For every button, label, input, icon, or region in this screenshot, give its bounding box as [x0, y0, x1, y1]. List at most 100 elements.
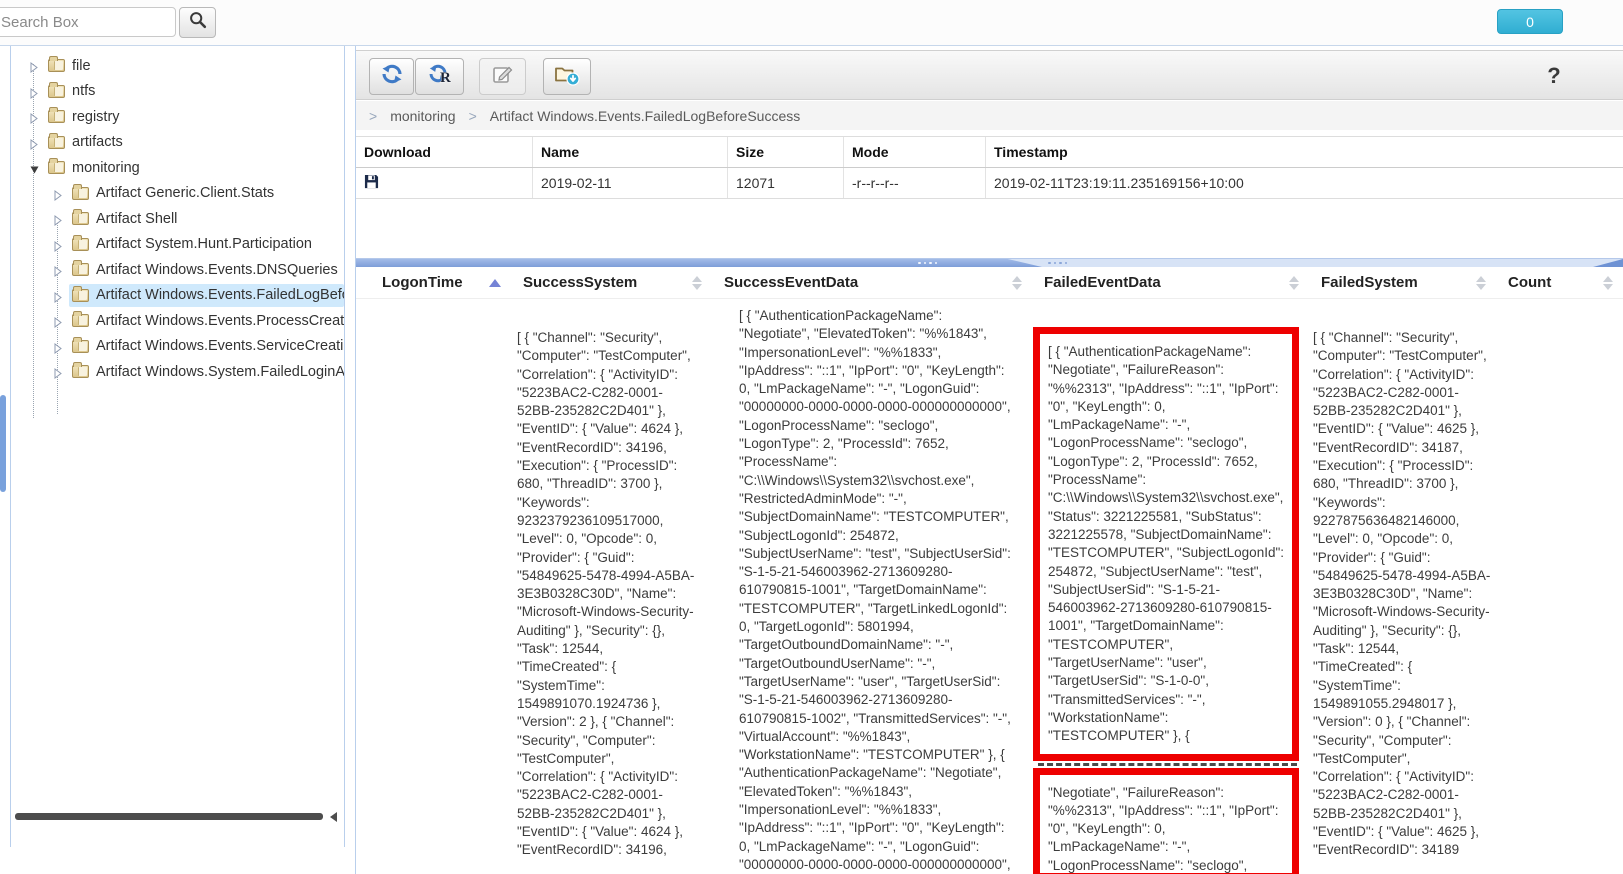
edit-pencil-icon	[491, 62, 515, 91]
vfs-tree-panel: file ntfs registry artifacts monitoring …	[10, 46, 345, 847]
folder-icon	[48, 59, 65, 72]
panel-splitter-grip[interactable]	[0, 395, 6, 492]
column-header-failedsystem[interactable]: FailedSystem	[1309, 267, 1496, 298]
column-header-failedeventdata[interactable]: FailedEventData	[1032, 267, 1309, 298]
expander-collapsed-icon[interactable]	[53, 188, 63, 199]
expander-expanded-icon[interactable]	[29, 162, 39, 173]
splitter-thumb[interactable]	[356, 259, 1042, 267]
tree-item-artifact-shell[interactable]: Artifact Shell	[11, 206, 344, 232]
expander-collapsed-icon[interactable]	[29, 137, 39, 148]
export-download-button[interactable]	[543, 58, 591, 95]
scrollbar-thumb[interactable]	[15, 813, 323, 820]
tree-horizontal-scrollbar[interactable]	[15, 812, 337, 821]
tree-item-artifact-windows-system-failedloginattempt[interactable]: Artifact Windows.System.FailedLoginAtter	[11, 359, 344, 385]
folder-icon	[72, 238, 89, 251]
failed-event-data-json-2: "Negotiate", "FailureReason": "%%2313", …	[1048, 784, 1287, 874]
search-button[interactable]	[179, 7, 216, 38]
expander-collapsed-icon[interactable]	[53, 239, 63, 250]
download-floppy-icon[interactable]	[364, 174, 379, 192]
column-header-download[interactable]: Download	[356, 137, 533, 167]
toolbar: R ?	[356, 50, 1623, 100]
results-grid-header: LogonTime SuccessSystem SuccessEventData…	[356, 267, 1623, 299]
tree-item-artifact-generic-client-stats[interactable]: Artifact Generic.Client.Stats	[11, 181, 344, 207]
tree-item-label: Artifact Windows.Events.ProcessCreation	[89, 313, 345, 329]
tree-item-monitoring[interactable]: monitoring	[11, 155, 344, 181]
expander-collapsed-icon[interactable]	[53, 366, 63, 377]
help-question-label: ?	[1547, 63, 1560, 88]
tree-item-artifacts[interactable]: artifacts	[11, 130, 344, 156]
tree-item-artifact-windows-events-processcreation[interactable]: Artifact Windows.Events.ProcessCreation	[11, 308, 344, 334]
sort-toggle-icon[interactable]	[1012, 276, 1022, 290]
tree-item-artifact-windows-events-dnsqueries[interactable]: Artifact Windows.Events.DNSQueries	[11, 257, 344, 283]
sort-toggle-icon[interactable]	[1603, 276, 1613, 290]
expander-collapsed-icon[interactable]	[53, 290, 63, 301]
sort-toggle-icon[interactable]	[1476, 276, 1486, 290]
results-grid-row[interactable]: [ { "Channel": "Security", "Computer": "…	[356, 299, 1623, 874]
annotation-dashed-line	[1038, 763, 1297, 766]
recalculate-button[interactable]: R	[415, 58, 464, 95]
column-header-logontime[interactable]: LogonTime	[356, 267, 511, 298]
tree-item-ntfs[interactable]: ntfs	[11, 79, 344, 105]
folder-icon	[72, 187, 89, 200]
tree-item-label: Artifact Generic.Client.Stats	[89, 185, 274, 201]
column-header-size[interactable]: Size	[728, 137, 844, 167]
horizontal-pane-splitter[interactable]	[356, 258, 1623, 267]
help-button[interactable]: ?	[1541, 63, 1567, 93]
column-header-successeventdata[interactable]: SuccessEventData	[712, 267, 1032, 298]
tree-item-artifact-windows-events-failedlogbeforesuccess[interactable]: Artifact Windows.Events.FailedLogBefore	[11, 283, 344, 309]
column-label: FailedEventData	[1044, 274, 1161, 291]
edit-button[interactable]	[479, 58, 526, 95]
sort-toggle-icon[interactable]	[692, 276, 702, 290]
expander-collapsed-icon[interactable]	[53, 213, 63, 224]
column-header-mode[interactable]: Mode	[844, 137, 986, 167]
expander-collapsed-icon[interactable]	[29, 111, 39, 122]
folder-icon	[72, 314, 89, 327]
column-label: Count	[1508, 274, 1551, 291]
success-system-json: [ { "Channel": "Security", "Computer": "…	[517, 329, 695, 860]
search-input[interactable]	[0, 7, 176, 37]
tree-item-artifact-windows-events-servicecreation[interactable]: Artifact Windows.Events.ServiceCreation	[11, 334, 344, 360]
tree-item-label: Artifact System.Hunt.Participation	[89, 236, 312, 252]
column-header-timestamp[interactable]: Timestamp	[986, 137, 1623, 167]
column-label: FailedSystem	[1321, 274, 1418, 291]
notification-count-button[interactable]: 0	[1497, 9, 1563, 34]
expander-collapsed-icon[interactable]	[53, 264, 63, 275]
tree-item-label: Artifact Windows.Events.ServiceCreation	[89, 338, 345, 354]
file-timestamp-cell: 2019-02-11T23:19:11.235169156+10:00	[986, 168, 1623, 198]
breadcrumb-separator: >	[369, 108, 377, 124]
failed-system-json: [ { "Channel": "Security", "Computer": "…	[1313, 329, 1491, 860]
success-event-data-json: [ { "AuthenticationPackageName": "Negoti…	[739, 307, 1017, 874]
cell-failedsystem: [ { "Channel": "Security", "Computer": "…	[1309, 299, 1496, 874]
scrollbar-arrow-icon[interactable]	[330, 812, 337, 822]
column-header-name[interactable]: Name	[533, 137, 728, 167]
expander-collapsed-icon[interactable]	[53, 315, 63, 326]
tree-item-registry[interactable]: registry	[11, 104, 344, 130]
breadcrumb-separator: >	[469, 108, 477, 124]
annotation-red-box-1: [ { "AuthenticationPackageName": "Negoti…	[1033, 327, 1299, 761]
refresh-button[interactable]	[369, 58, 414, 95]
notification-count: 0	[1526, 14, 1534, 30]
svg-text:R: R	[440, 70, 451, 86]
column-header-successsystem[interactable]: SuccessSystem	[511, 267, 712, 298]
tree-item-label: Artifact Windows.System.FailedLoginAtter	[89, 364, 345, 380]
tree-item-file[interactable]: file	[11, 53, 344, 79]
folder-icon	[72, 340, 89, 353]
sort-toggle-icon[interactable]	[1289, 276, 1299, 290]
expander-collapsed-icon[interactable]	[29, 60, 39, 71]
file-table-row[interactable]: 2019-02-11 12071 -r--r--r-- 2019-02-11T2…	[356, 168, 1623, 199]
sort-ascending-icon[interactable]	[489, 279, 501, 287]
tree-item-label: monitoring	[65, 160, 140, 176]
expander-collapsed-icon[interactable]	[53, 341, 63, 352]
cell-count	[1496, 299, 1623, 874]
folder-icon	[72, 212, 89, 225]
file-table: Download Name Size Mode Timestamp 2019-0…	[356, 136, 1623, 199]
expander-collapsed-icon[interactable]	[29, 86, 39, 97]
tree-item-label: Artifact Shell	[89, 211, 177, 227]
tree-item-label: artifacts	[65, 134, 123, 150]
tree-item-artifact-system-hunt-participation[interactable]: Artifact System.Hunt.Participation	[11, 232, 344, 258]
breadcrumb-item-artifact[interactable]: Artifact Windows.Events.FailedLogBeforeS…	[490, 108, 800, 124]
column-header-count[interactable]: Count	[1496, 267, 1623, 298]
column-label: LogonTime	[382, 274, 463, 291]
breadcrumb-item-monitoring[interactable]: monitoring	[390, 108, 455, 124]
folder-icon	[48, 136, 65, 149]
